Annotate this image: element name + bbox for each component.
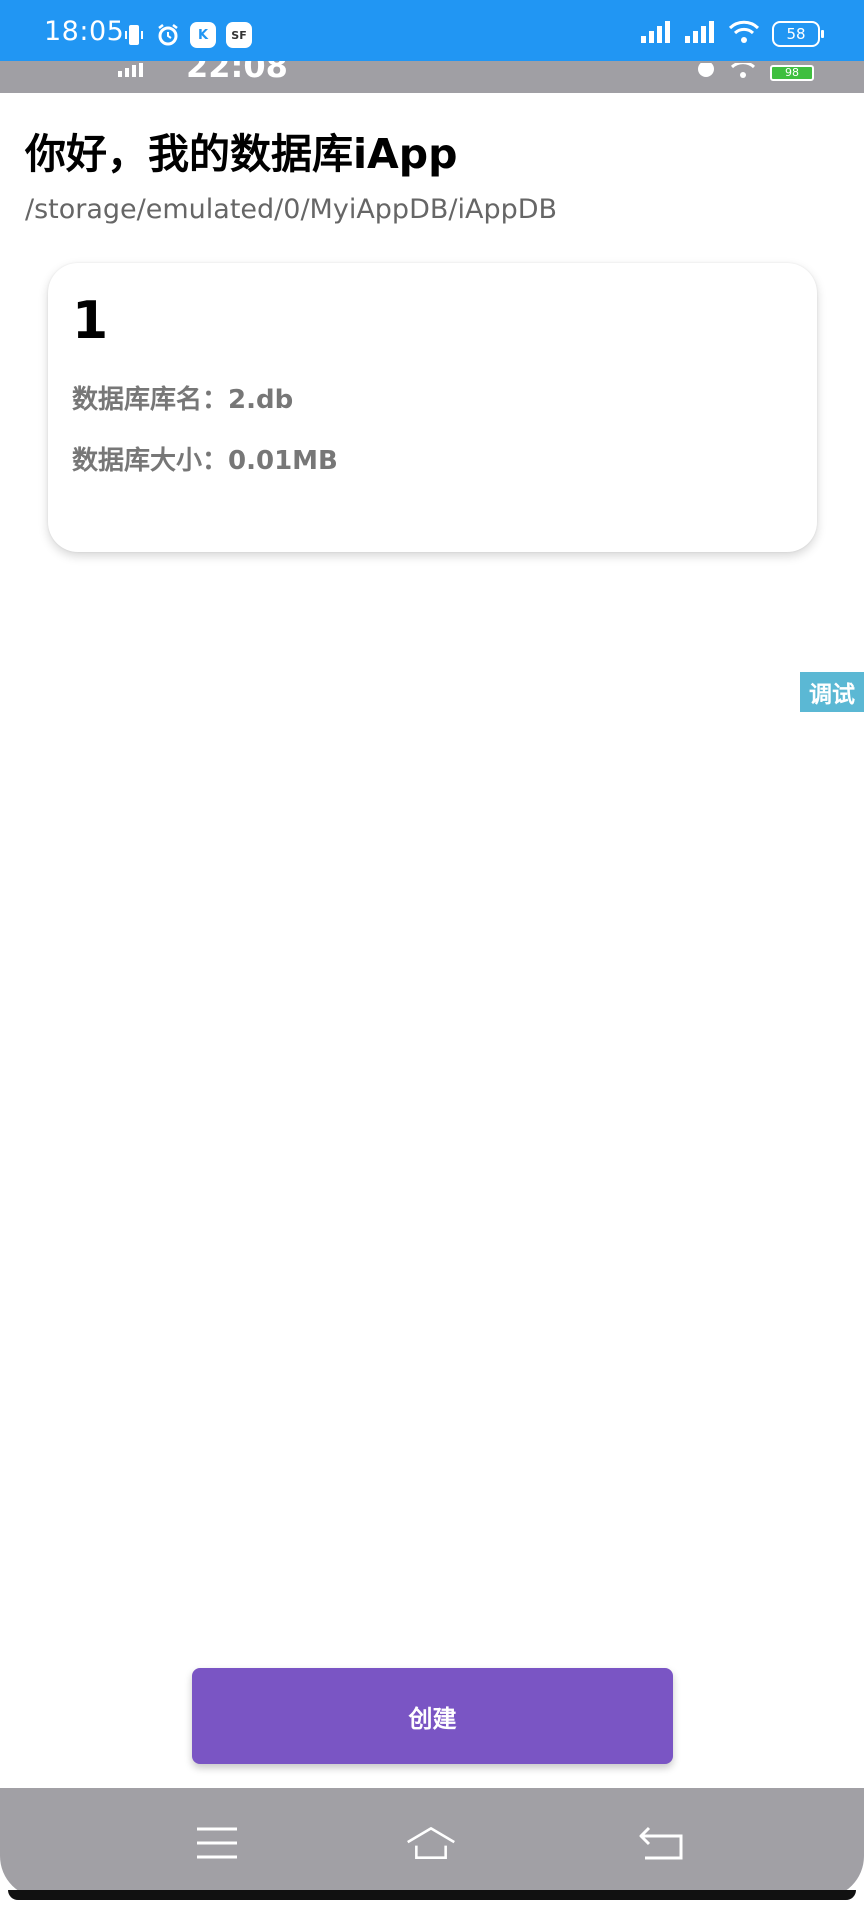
database-name-row: 数据库库名：2.db [72,379,293,416]
captured-signal-icon [118,63,148,77]
back-icon[interactable] [636,1818,686,1868]
app-screen: 18:05 K SF 58 22:08 98 你好，我的数据库iApp /sto… [0,0,864,1920]
page-title: 你好，我的数据库iApp [25,130,458,178]
status-right-icons: 58 [640,20,824,48]
database-name-value: 2.db [228,385,294,415]
battery-level: 58 [786,25,806,43]
storage-path: /storage/emulated/0/MyiAppDB/iAppDB [25,194,558,225]
captured-status-bar: 22:08 98 [0,61,864,93]
database-index: 1 [72,291,109,351]
home-icon[interactable] [406,1818,456,1868]
device-bottom-edge [8,1890,856,1900]
signal-icon [640,20,672,48]
status-left-icons: K SF [122,22,252,48]
wifi-icon [728,20,760,48]
captured-clock-icon [696,61,716,83]
sf-app-icon: SF [226,22,252,48]
database-name-label: 数据库库名： [72,385,229,415]
database-size-label: 数据库大小： [72,446,229,476]
menu-icon[interactable] [192,1818,242,1868]
database-size-value: 0.01MB [228,446,338,476]
alarm-icon [156,23,180,47]
battery-icon: 58 [772,21,824,47]
navigation-bar [0,1788,864,1898]
database-card[interactable]: 1 数据库库名：2.db 数据库大小：0.01MB [48,263,817,552]
captured-battery-icon: 98 [770,65,814,81]
captured-time: 22:08 [186,61,288,85]
debug-tab[interactable]: 调试 [800,672,864,712]
status-bar: 18:05 K SF 58 [0,0,864,61]
captured-status-icons: 98 [696,61,814,83]
signal-icon [684,20,716,48]
captured-wifi-icon [730,61,756,83]
create-button[interactable]: 创建 [192,1668,673,1764]
database-size-row: 数据库大小：0.01MB [72,440,338,477]
phone-vibrate-icon [122,23,146,47]
k-app-icon: K [190,22,216,48]
status-time: 18:05 [44,16,125,47]
